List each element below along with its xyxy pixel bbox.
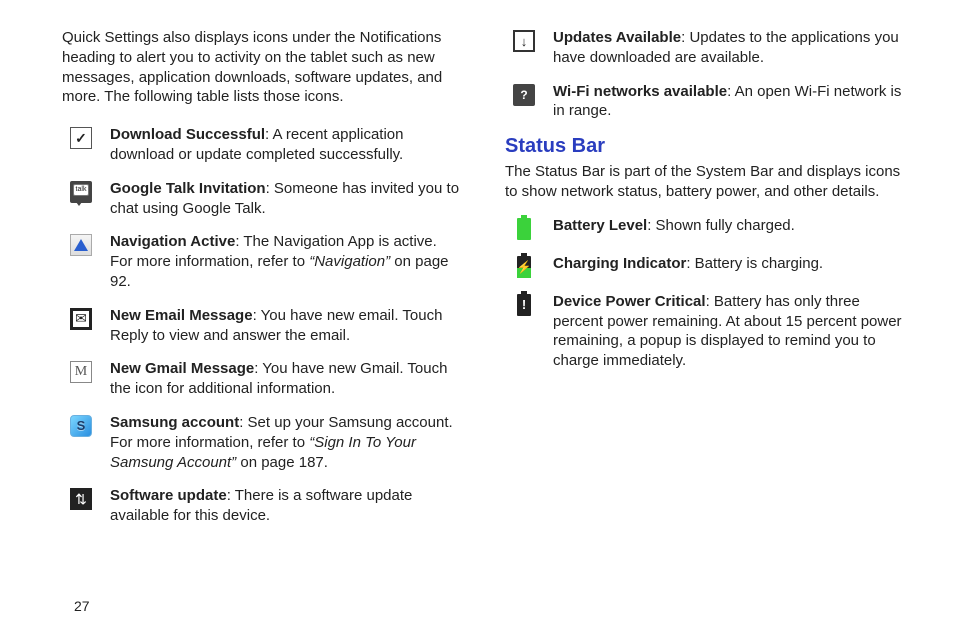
list-item: New Email Message: You have new email. T…: [62, 306, 461, 346]
list-item: Samsung account: Set up your Samsung acc…: [62, 413, 461, 472]
definition: : Battery is charging.: [686, 255, 823, 272]
navigation-icon: [70, 234, 92, 256]
term: Google Talk Invitation: [110, 180, 266, 197]
email-icon: [70, 308, 92, 330]
google-talk-icon: [70, 181, 92, 203]
term: Navigation Active: [110, 233, 235, 250]
gmail-icon: [70, 361, 92, 383]
status-bar-intro: The Status Bar is part of the System Bar…: [505, 162, 904, 202]
term: Wi-Fi networks available: [553, 83, 727, 100]
list-item: Google Talk Invitation: Someone has invi…: [62, 179, 461, 219]
left-column: Quick Settings also displays icons under…: [62, 28, 461, 626]
notifications-intro: Quick Settings also displays icons under…: [62, 28, 461, 107]
samsung-account-icon: [70, 415, 92, 437]
list-item: New Gmail Message: You have new Gmail. T…: [62, 359, 461, 399]
list-item: ⚡ Charging Indicator: Battery is chargin…: [505, 254, 904, 278]
software-update-icon: [70, 488, 92, 510]
battery-critical-icon: [517, 294, 531, 316]
right-column: Updates Available: Updates to the applic…: [505, 28, 904, 626]
list-item: Device Power Critical: Battery has only …: [505, 292, 904, 371]
term: Charging Indicator: [553, 255, 686, 272]
term: Software update: [110, 487, 227, 504]
manual-page: Quick Settings also displays icons under…: [0, 0, 954, 636]
page-number: 27: [74, 598, 90, 614]
definition: : Shown fully charged.: [647, 217, 795, 234]
list-item: Updates Available: Updates to the applic…: [505, 28, 904, 68]
download-successful-icon: [70, 127, 92, 149]
term: Battery Level: [553, 217, 647, 234]
list-item: Software update: There is a software upd…: [62, 486, 461, 526]
battery-charging-icon: ⚡: [517, 256, 531, 278]
status-bar-heading: Status Bar: [505, 135, 904, 158]
wifi-available-icon: [513, 84, 535, 106]
list-item: Battery Level: Shown fully charged.: [505, 216, 904, 240]
term: Samsung account: [110, 414, 239, 431]
list-item: Wi-Fi networks available: An open Wi-Fi …: [505, 82, 904, 122]
list-item: Navigation Active: The Navigation App is…: [62, 232, 461, 291]
page-ref: on page 187.: [236, 454, 328, 471]
list-item: Download Successful: A recent applicatio…: [62, 125, 461, 165]
battery-full-icon: [517, 218, 531, 240]
updates-available-icon: [513, 30, 535, 52]
term: Download Successful: [110, 126, 265, 143]
term: New Email Message: [110, 307, 253, 324]
term: Updates Available: [553, 29, 681, 46]
term: New Gmail Message: [110, 360, 254, 377]
term: Device Power Critical: [553, 293, 706, 310]
reference: “Navigation”: [309, 253, 390, 270]
